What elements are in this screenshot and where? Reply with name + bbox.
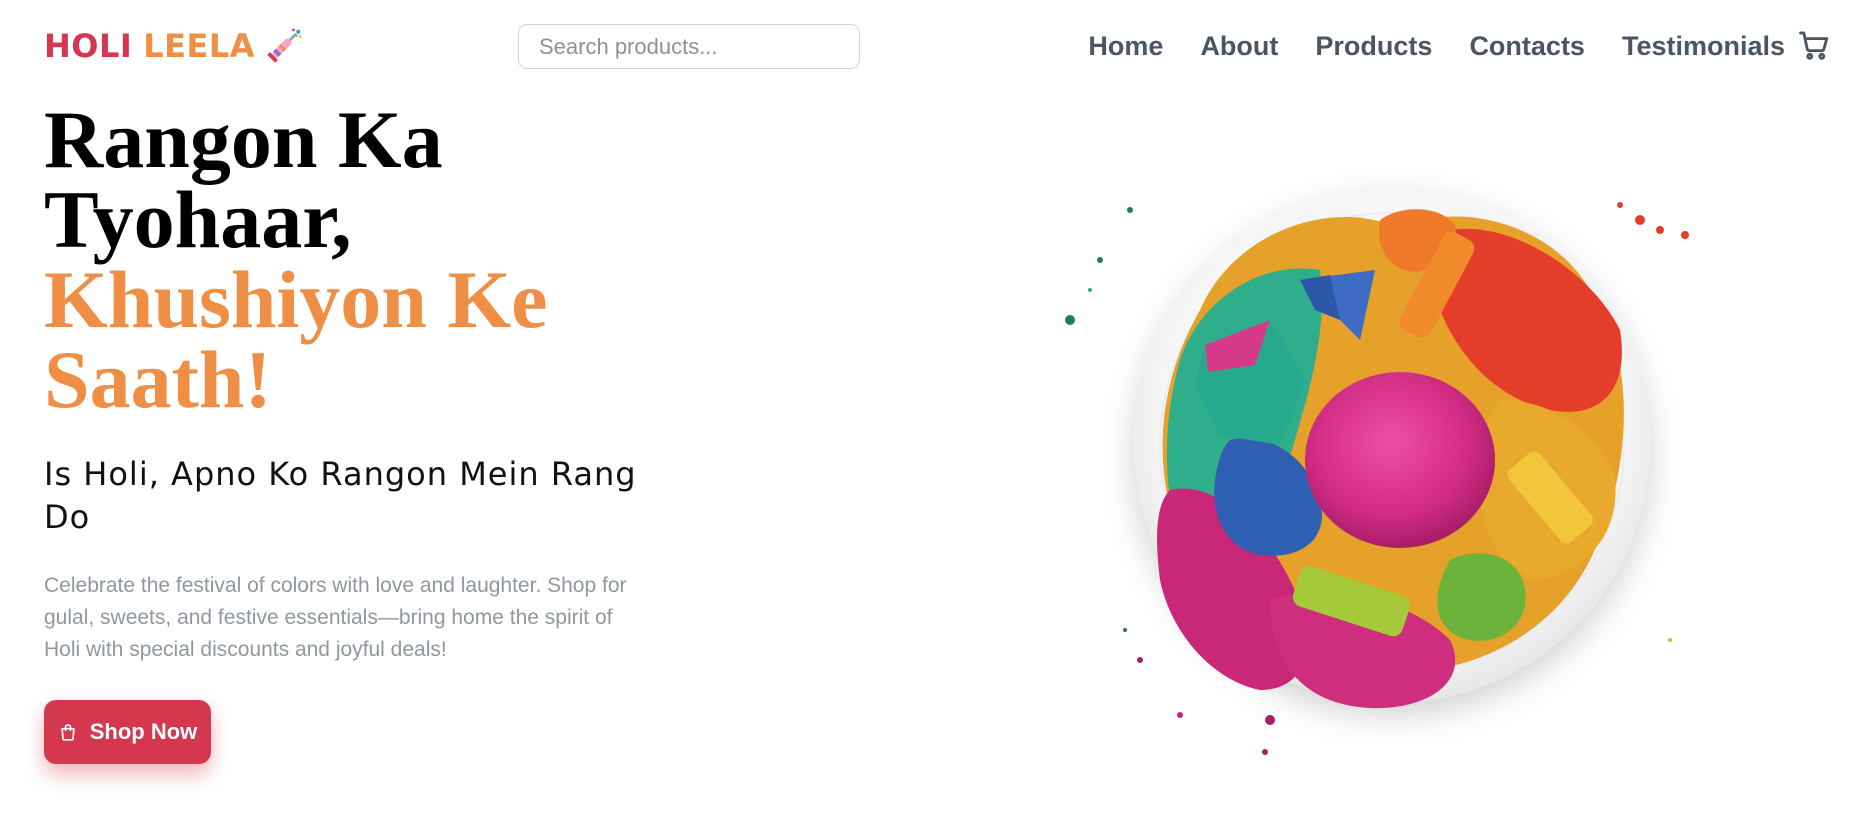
main-nav: Home About Products Contacts Testimonial… xyxy=(1088,26,1785,66)
shopping-bag-icon xyxy=(61,724,75,741)
nav-products-link[interactable]: Products xyxy=(1315,26,1432,66)
hero-title-accent-line-1: Khushiyon Ke xyxy=(44,254,548,345)
cart-icon[interactable] xyxy=(1797,28,1831,62)
hero-subtitle: Is Holi, Apno Ko Rangon Mein Rang Do xyxy=(44,455,637,536)
nav-testimonials-link[interactable]: Testimonials xyxy=(1622,26,1785,66)
hero-title-line-1: Rangon Ka xyxy=(44,94,443,185)
hero-title-line-2: Tyohaar, xyxy=(44,174,352,265)
holi-color-plate-image xyxy=(1065,187,1689,755)
brand-word-leela: LEELA xyxy=(143,27,256,65)
shop-now-label: Shop Now xyxy=(89,719,198,744)
hero-title: Rangon Ka Tyohaar, Khushiyon Ke Saath! xyxy=(44,94,664,425)
brand-logo[interactable]: HOLI LEELA xyxy=(44,26,303,66)
hero-title-accent-line-2: Saath! xyxy=(44,334,272,425)
nav-home-link[interactable]: Home xyxy=(1088,26,1163,66)
search-input[interactable] xyxy=(518,24,860,69)
nav-about-link[interactable]: About xyxy=(1200,26,1278,66)
pichkari-icon xyxy=(267,28,302,63)
brand-word-holi: HOLI xyxy=(44,27,133,65)
hero-description: Celebrate the festival of colors with lo… xyxy=(44,574,627,661)
nav-contacts-link[interactable]: Contacts xyxy=(1469,26,1585,66)
shop-now-button[interactable]: Shop Now xyxy=(44,700,211,764)
site-header: HOLI LEELA Home About Products Contacts … xyxy=(0,0,1850,92)
